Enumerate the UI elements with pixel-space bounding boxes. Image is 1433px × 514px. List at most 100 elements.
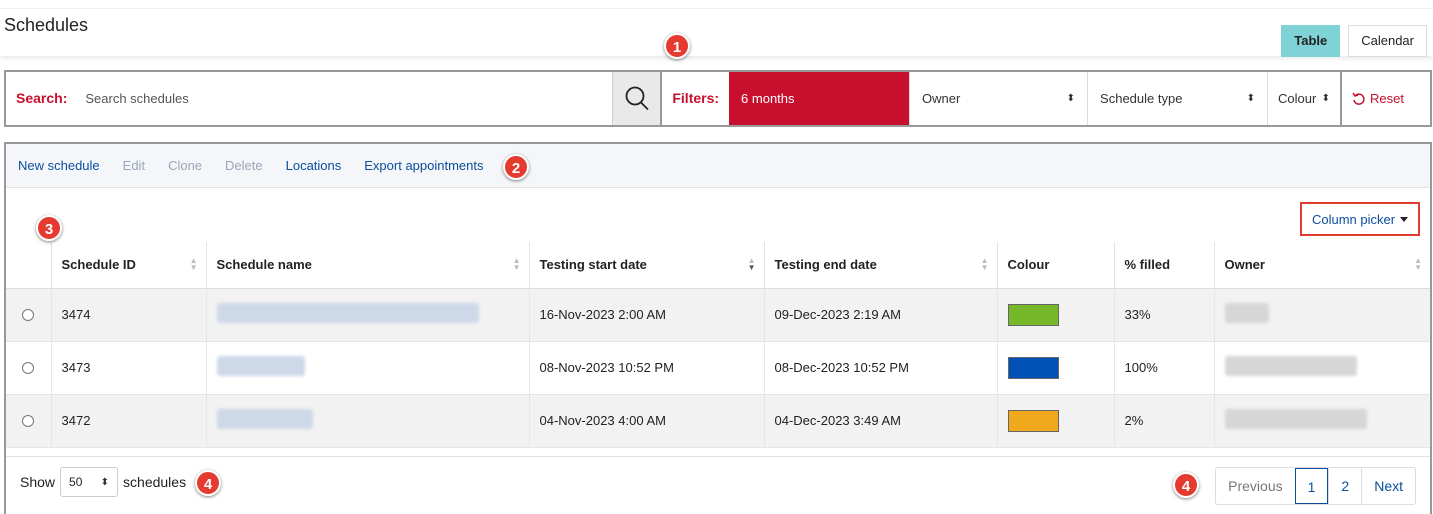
sort-icon: ▲ ▼	[189, 256, 198, 272]
search-filter-bar: Search: Filters: 6 months Owner ⬍ Schedu…	[4, 70, 1432, 127]
column-header-schedule-id[interactable]: Schedule ID ▲ ▼	[51, 242, 207, 289]
export-appointments-button[interactable]: Export appointments	[364, 158, 483, 173]
clone-button[interactable]: Clone	[168, 158, 202, 173]
table-row[interactable]: 3474 16-Nov-2023 2:00 AM 09-Dec-2023 2:1…	[6, 288, 1430, 342]
schedule-id: 3473	[51, 341, 207, 395]
tab-table[interactable]: Table	[1281, 25, 1341, 57]
row-select-cell	[6, 288, 52, 342]
percent-filled: 33%	[1114, 288, 1215, 342]
colour-cell	[997, 394, 1115, 448]
schedule-name	[206, 394, 530, 448]
column-header-label: Colour	[1007, 257, 1050, 273]
locations-button[interactable]: Locations	[286, 158, 342, 173]
column-header-colour[interactable]: Colour	[997, 242, 1115, 289]
percent-filled: 100%	[1114, 341, 1215, 395]
show-suffix: schedules	[123, 474, 187, 490]
action-toolbar: New schedule Edit Clone Delete Locations…	[6, 144, 1430, 188]
sort-updown-icon: ⬍	[100, 476, 110, 488]
schedule-type-filter[interactable]: Schedule type ⬍	[1087, 72, 1267, 125]
column-header-label: Testing end date	[774, 257, 877, 273]
caret-down-icon	[1400, 216, 1409, 222]
schedule-id: 3474	[51, 288, 207, 342]
end-date: 04-Dec-2023 3:49 AM	[764, 394, 998, 448]
redacted-text	[216, 303, 479, 323]
page-title: Schedules	[4, 15, 89, 35]
sort-updown-icon: ⬍	[1066, 93, 1076, 104]
owner-filter-label: Owner	[922, 91, 961, 106]
column-header-label: Owner	[1224, 257, 1265, 273]
table-header-row: Schedule ID ▲ ▼ Schedule name ▲ ▼ Testing …	[6, 242, 1430, 289]
owner	[1214, 394, 1430, 448]
show-label: Show	[20, 474, 56, 490]
top-bar: Schedules Table Calendar	[0, 8, 1433, 57]
redacted-text	[1224, 356, 1357, 376]
colour-swatch	[1007, 356, 1059, 379]
next-page-button[interactable]: Next	[1361, 468, 1415, 504]
row-select-cell	[6, 394, 52, 448]
reset-label: Reset	[1370, 91, 1405, 106]
callout-badge-4-right: 4	[1173, 472, 1199, 498]
search-label: Search:	[16, 90, 68, 106]
column-header-testing-start-date[interactable]: Testing start date ▲ ▼	[529, 242, 765, 289]
owner-filter[interactable]: Owner ⬍	[909, 72, 1087, 125]
page-size-select[interactable]: 50 ⬍	[60, 467, 119, 497]
row-radio[interactable]	[22, 414, 34, 427]
page-size-control: Show 50 ⬍ schedules	[20, 467, 186, 497]
filters-label: Filters:	[672, 90, 720, 106]
column-picker-label: Column picker	[1311, 211, 1396, 227]
owner	[1214, 288, 1430, 342]
search-button[interactable]	[612, 72, 663, 125]
row-radio[interactable]	[22, 308, 34, 321]
tab-calendar[interactable]: Calendar	[1348, 25, 1427, 57]
redacted-text	[1224, 409, 1367, 429]
schedules-table: Schedule ID ▲ ▼ Schedule name ▲ ▼ Testing …	[6, 242, 1430, 448]
colour-cell	[997, 341, 1115, 395]
previous-page-button[interactable]: Previous	[1216, 468, 1294, 504]
schedules-panel: New schedule Edit Clone Delete Locations…	[4, 142, 1432, 514]
start-date: 04-Nov-2023 4:00 AM	[529, 394, 765, 448]
sort-descending-icon: ▲ ▼	[747, 256, 756, 272]
colour-swatch	[1007, 409, 1059, 432]
column-header-schedule-name[interactable]: Schedule name ▲ ▼	[206, 242, 530, 289]
schedule-type-filter-label: Schedule type	[1100, 91, 1183, 106]
column-header-label: % filled	[1124, 257, 1171, 273]
page-2-button[interactable]: 2	[1328, 468, 1361, 504]
table-row[interactable]: 3473 08-Nov-2023 10:52 PM 08-Dec-2023 10…	[6, 341, 1430, 395]
view-tabs: Table Calendar	[1281, 25, 1427, 57]
callout-badge-3: 3	[36, 215, 62, 241]
callout-badge-1: 1	[664, 33, 690, 59]
redacted-text	[216, 356, 305, 376]
end-date: 09-Dec-2023 2:19 AM	[764, 288, 998, 342]
row-radio[interactable]	[22, 361, 34, 374]
edit-button[interactable]: Edit	[123, 158, 145, 173]
delete-button[interactable]: Delete	[225, 158, 263, 173]
colour-swatch	[1007, 303, 1059, 326]
schedule-id: 3472	[51, 394, 207, 448]
sort-updown-icon: ⬍	[1321, 93, 1331, 104]
column-header-label: Schedule name	[216, 257, 312, 273]
column-picker-button[interactable]: Column picker	[1300, 202, 1420, 236]
new-schedule-button[interactable]: New schedule	[18, 158, 100, 173]
column-header-percent-filled[interactable]: % filled	[1114, 242, 1215, 289]
pagination: Previous 1 2 Next	[1215, 467, 1416, 505]
redacted-text	[216, 409, 313, 429]
sort-icon: ▲ ▼	[1414, 256, 1422, 272]
search-input[interactable]	[77, 72, 613, 125]
period-filter[interactable]: 6 months	[729, 72, 910, 125]
reset-icon	[1352, 92, 1365, 105]
search-icon	[625, 86, 649, 110]
row-select-cell	[6, 341, 52, 395]
callout-badge-4-left: 4	[195, 470, 221, 496]
table-row[interactable]: 3472 04-Nov-2023 4:00 AM 04-Dec-2023 3:4…	[6, 394, 1430, 448]
end-date: 08-Dec-2023 10:52 PM	[764, 341, 998, 395]
colour-filter[interactable]: Colour ⬍	[1267, 72, 1340, 125]
colour-filter-label: Colour	[1278, 91, 1317, 106]
column-header-testing-end-date[interactable]: Testing end date ▲ ▼	[764, 242, 998, 289]
page-1-button[interactable]: 1	[1294, 468, 1329, 504]
column-header-label: Testing start date	[539, 257, 647, 273]
percent-filled: 2%	[1114, 394, 1215, 448]
reset-button[interactable]: Reset	[1340, 72, 1414, 125]
callout-badge-2: 2	[503, 154, 529, 180]
schedule-name	[206, 341, 530, 395]
column-header-owner[interactable]: Owner ▲ ▼	[1214, 242, 1430, 289]
